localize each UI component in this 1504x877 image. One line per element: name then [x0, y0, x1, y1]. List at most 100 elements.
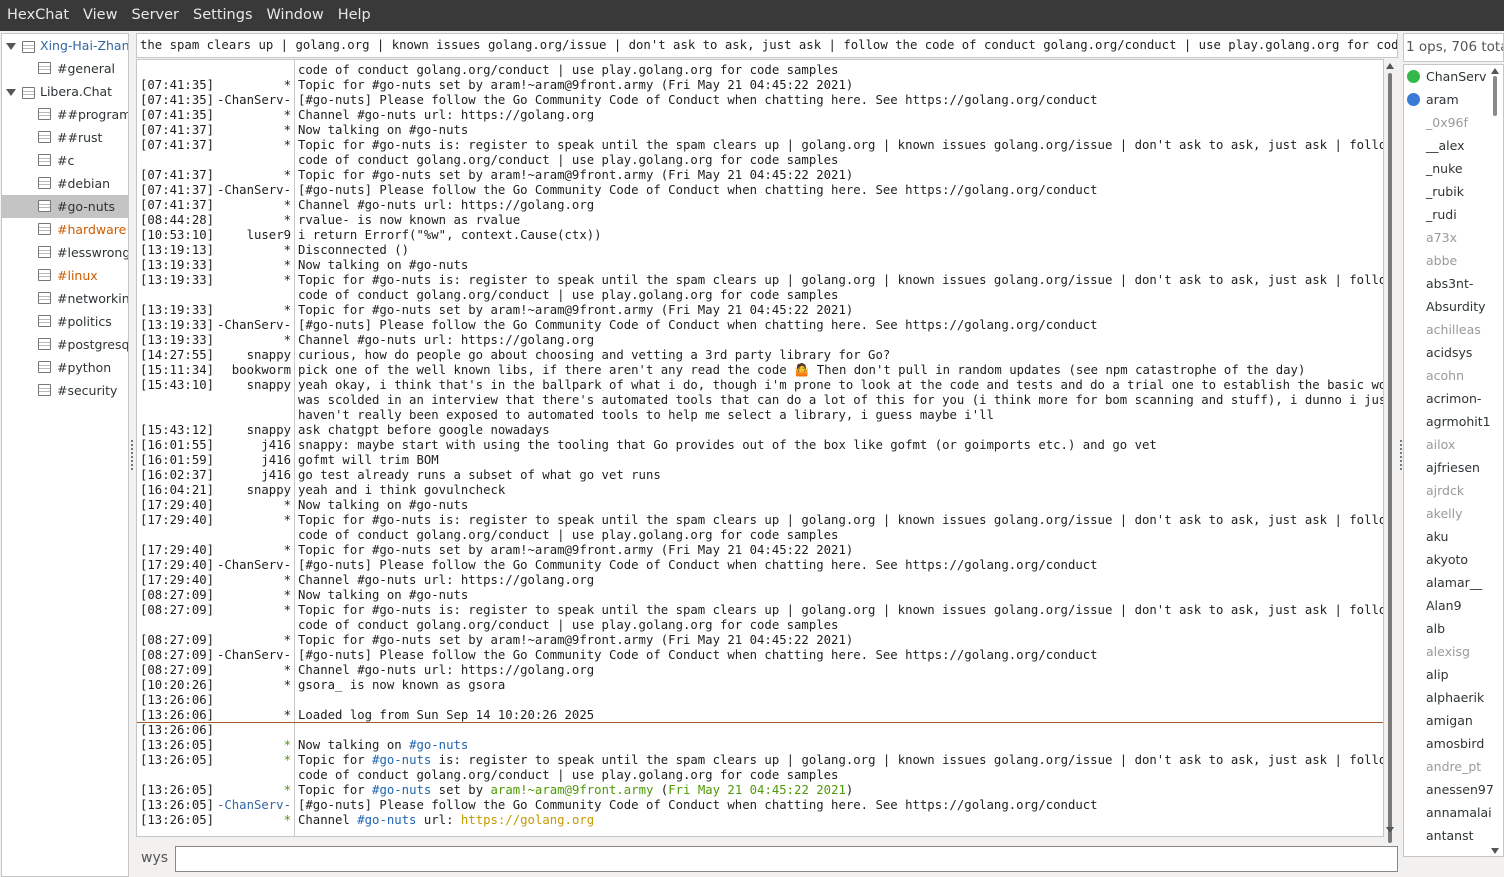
scroll-down-icon[interactable] — [1491, 848, 1499, 854]
nick[interactable]: * — [284, 138, 291, 153]
channel-networking[interactable]: #networking — [2, 287, 128, 310]
topic-bar[interactable]: the spam clears up | golang.org | known … — [136, 33, 1398, 58]
tree-item-label: #networking — [57, 291, 128, 306]
nick[interactable]: * — [284, 543, 291, 558]
nick[interactable]: j416 — [261, 438, 291, 453]
nick[interactable]: luser9 — [247, 228, 291, 243]
text-span[interactable]: aram!~aram@9front.army — [491, 783, 654, 797]
chat-line: [17:29:40] -ChanServ- [#go-nuts] Please fo… — [137, 558, 1383, 573]
userlist-resize-grip[interactable] — [1400, 440, 1402, 470]
nick[interactable]: * — [284, 168, 291, 183]
nick[interactable]: * — [284, 813, 291, 828]
timestamp: [08:27:09] — [140, 633, 215, 647]
tree-resize-grip[interactable] — [131, 440, 133, 470]
channel-lesswrong[interactable]: #lesswrong — [2, 241, 128, 264]
menu-hexchat[interactable]: HexChat — [0, 0, 76, 31]
nick[interactable]: -ChanServ- — [217, 318, 291, 333]
channel-c[interactable]: #c — [2, 149, 128, 172]
nick[interactable]: -ChanServ- — [217, 183, 291, 198]
nick[interactable]: j416 — [261, 468, 291, 483]
timestamp: [17:29:40] — [140, 543, 215, 557]
message-text: Loaded log from Sun Sep 14 10:20:26 2025 — [298, 708, 595, 722]
menu-window[interactable]: Window — [260, 0, 331, 31]
nick[interactable]: * — [284, 588, 291, 603]
nick[interactable]: * — [284, 708, 291, 723]
nick[interactable]: -ChanServ- — [217, 648, 291, 663]
scroll-thumb[interactable] — [1493, 76, 1497, 116]
nick[interactable]: bookworm — [232, 363, 291, 378]
chat-line: [13:19:13] * Disconnected () — [137, 243, 1383, 258]
nick[interactable]: * — [284, 573, 291, 588]
timestamp: [13:26:05] — [140, 813, 215, 827]
channel-politics[interactable]: #politics — [2, 310, 128, 333]
channel-go-nuts[interactable]: #go-nuts — [2, 195, 128, 218]
channel-rust[interactable]: ##rust — [2, 126, 128, 149]
channel-linux[interactable]: #linux — [2, 264, 128, 287]
channel-postgresql[interactable]: #postgresql — [2, 333, 128, 356]
channel-link[interactable]: #go-nuts — [372, 783, 431, 797]
nick[interactable]: * — [284, 633, 291, 648]
nick[interactable]: * — [284, 738, 291, 753]
chat-scrollbar[interactable] — [1384, 59, 1397, 843]
nick-button[interactable]: wys — [141, 850, 168, 866]
server-libera-chat[interactable]: Libera.Chat — [2, 80, 128, 103]
chat-line: haven't really been exposed to automated… — [137, 408, 1383, 423]
channel-link[interactable]: #go-nuts — [372, 753, 431, 767]
text-span[interactable]: Fri May 21 04:45:22 2021 — [668, 783, 846, 797]
link[interactable]: https://golang.org — [461, 813, 594, 827]
server-xing-hai-zhang[interactable]: Xing-Hai-Zhang — [2, 34, 128, 57]
nick[interactable]: j416 — [261, 453, 291, 468]
menu-view[interactable]: View — [76, 0, 124, 31]
menu-help[interactable]: Help — [331, 0, 378, 31]
nick[interactable]: * — [284, 108, 291, 123]
nick[interactable]: * — [284, 513, 291, 528]
scroll-up-icon[interactable] — [1386, 63, 1394, 69]
nick[interactable]: snappy — [247, 483, 291, 498]
nick[interactable]: * — [284, 123, 291, 138]
nick[interactable]: snappy — [247, 348, 291, 363]
nick[interactable]: snappy — [247, 423, 291, 438]
channel-python[interactable]: #python — [2, 356, 128, 379]
nick[interactable]: -ChanServ- — [217, 93, 291, 108]
userlist-scrollbar[interactable] — [1489, 66, 1502, 856]
menu-server[interactable]: Server — [124, 0, 186, 31]
nick[interactable]: * — [284, 678, 291, 693]
channel-icon — [38, 361, 51, 373]
menu-settings[interactable]: Settings — [186, 0, 259, 31]
channel-debian[interactable]: #debian — [2, 172, 128, 195]
user-status-icon — [1407, 93, 1420, 106]
expander-arrow-icon[interactable] — [6, 89, 16, 96]
nick[interactable]: -ChanServ- — [217, 798, 291, 813]
channel-hardware[interactable]: #hardware — [2, 218, 128, 241]
nick[interactable]: * — [284, 603, 291, 618]
nick[interactable]: * — [284, 243, 291, 258]
scroll-thumb[interactable] — [1388, 73, 1392, 843]
scroll-up-icon[interactable] — [1491, 68, 1499, 74]
channel-link[interactable]: #go-nuts — [409, 738, 468, 752]
message-input[interactable] — [175, 846, 1398, 872]
channel-programming[interactable]: ##programming — [2, 103, 128, 126]
chat-line: [07:41:37] * Topic for #go-nuts is: regist… — [137, 138, 1383, 153]
expander-arrow-icon[interactable] — [6, 43, 16, 50]
nick[interactable]: * — [284, 198, 291, 213]
nick[interactable]: * — [284, 498, 291, 513]
nick[interactable]: * — [284, 753, 291, 768]
scroll-down-icon[interactable] — [1386, 827, 1394, 833]
nick[interactable]: * — [284, 303, 291, 318]
nick[interactable]: snappy — [247, 378, 291, 393]
channel-link[interactable]: #go-nuts — [357, 813, 416, 827]
nick[interactable]: * — [284, 333, 291, 348]
timestamp: [17:29:40] — [140, 498, 215, 512]
chat-line: [13:19:33] * Topic for #go-nuts is: regist… — [137, 273, 1383, 288]
nick[interactable]: * — [284, 783, 291, 798]
nick[interactable]: * — [284, 213, 291, 228]
channel-security[interactable]: #security — [2, 379, 128, 402]
chat-line: [17:29:40] * Topic for #go-nuts is: regist… — [137, 513, 1383, 528]
channel-general[interactable]: #general — [2, 57, 128, 80]
nick[interactable]: * — [284, 258, 291, 273]
nick[interactable]: -ChanServ- — [217, 558, 291, 573]
nick[interactable]: * — [284, 663, 291, 678]
chat-area[interactable]: code of conduct golang.org/conduct | use… — [136, 59, 1384, 837]
nick[interactable]: * — [284, 273, 291, 288]
nick[interactable]: * — [284, 78, 291, 93]
